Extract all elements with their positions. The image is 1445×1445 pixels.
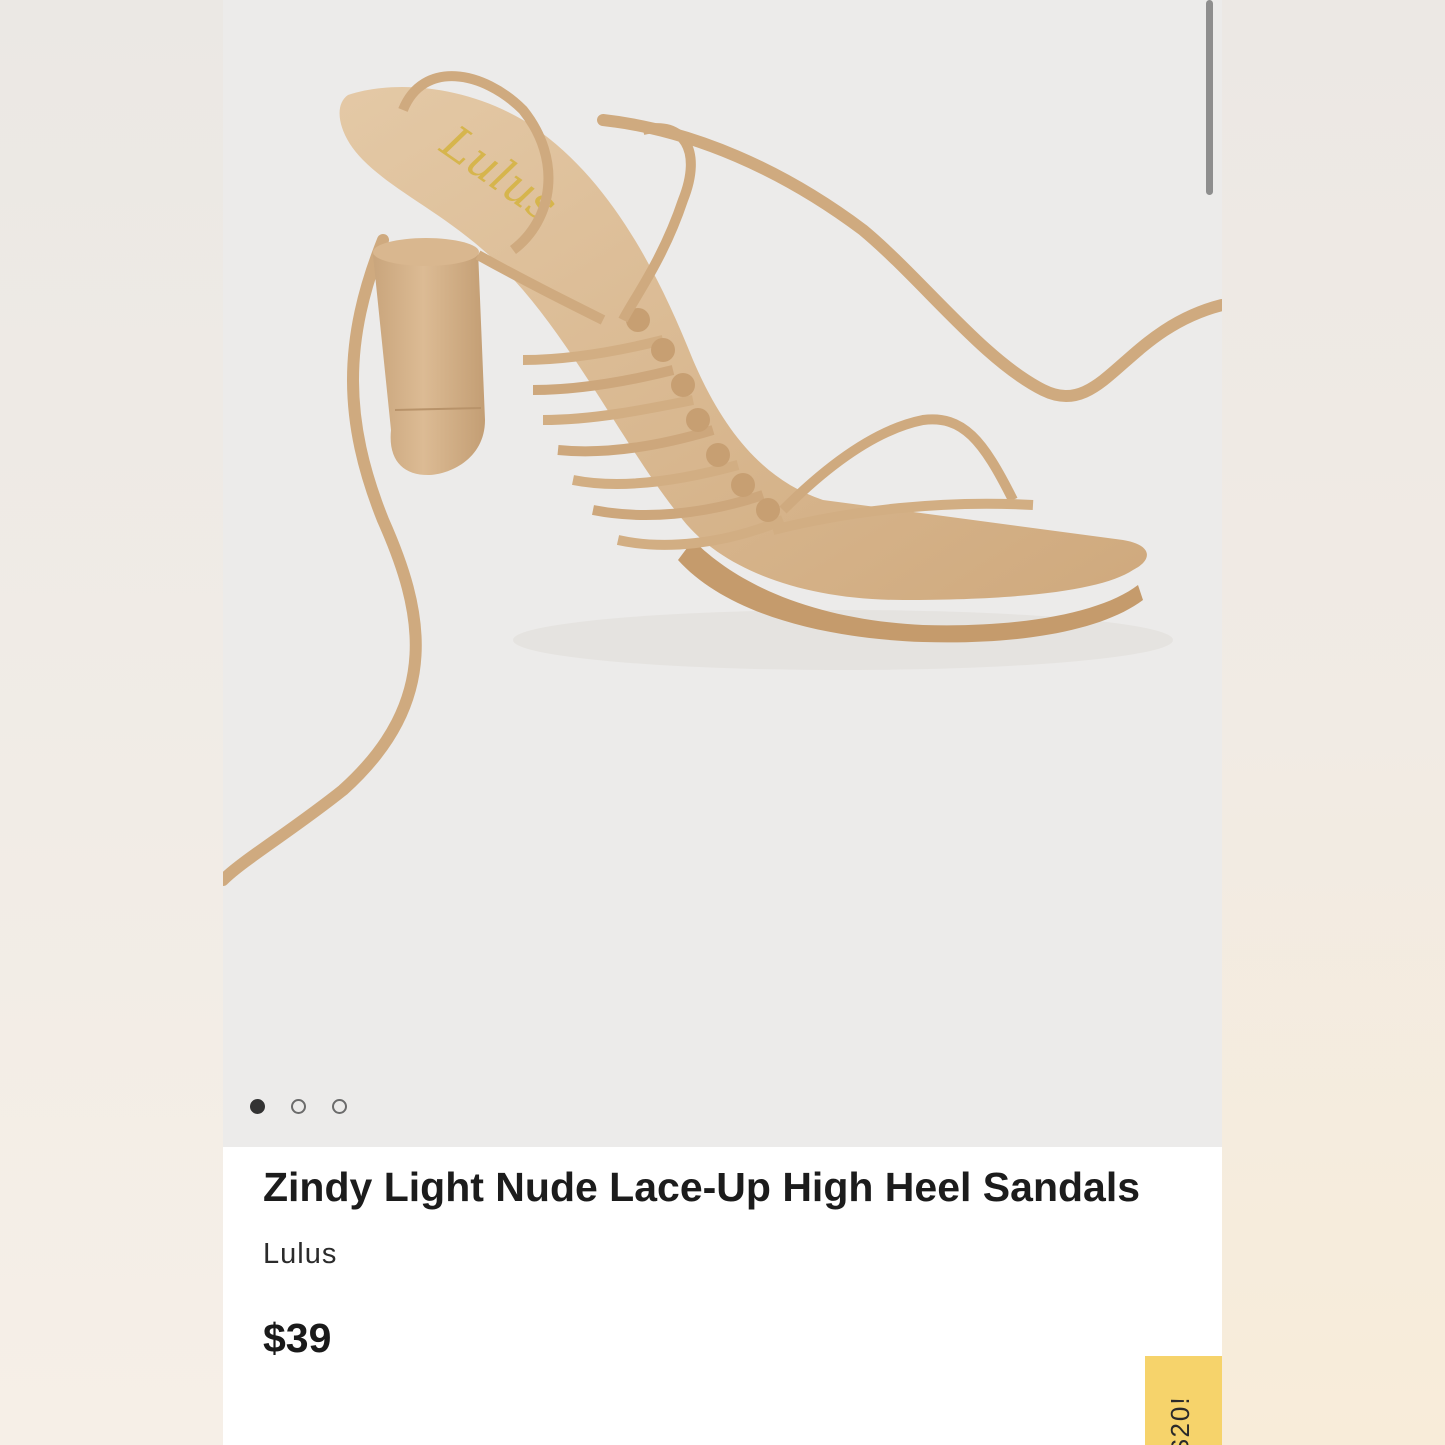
product-brand[interactable]: Lulus [263,1238,1143,1271]
gallery-dot-3[interactable] [332,1099,347,1114]
product-title: Zindy Light Nude Lace-Up High Heel Sanda… [263,1164,1141,1210]
scrollbar[interactable] [1206,0,1213,195]
blurred-background-right [1222,0,1445,1445]
product-image-gallery[interactable]: Lulus [223,0,1222,1147]
blurred-background-left [0,0,223,1445]
product-image: Lulus [223,71,1222,886]
product-info: Zindy Light Nude Lace-Up High Heel Sanda… [263,1160,1143,1362]
product-price: $39 [263,1315,332,1361]
promo-text: $20! [1165,1395,1195,1445]
gallery-dot-1[interactable] [250,1099,265,1114]
promo-tab[interactable]: $20! [1145,1356,1222,1445]
gallery-dot-2[interactable] [291,1099,306,1114]
gallery-pagination [250,1099,347,1114]
product-page: Lulus Zindy Light Nude Lace-Up High Heel… [223,0,1222,1445]
